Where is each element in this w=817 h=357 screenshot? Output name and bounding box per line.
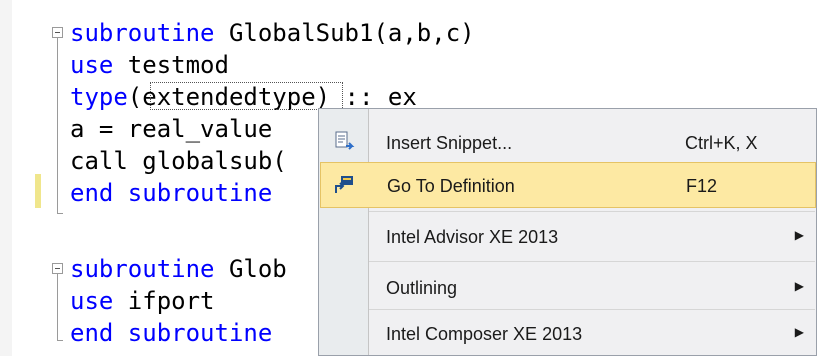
code-text: ifport <box>113 287 215 315</box>
menu-item-outlining[interactable]: Outlining ▶ <box>320 265 816 311</box>
menu-item-go-to-definition[interactable]: Go To Definition F12 <box>320 162 816 208</box>
code-line[interactable]: subroutine GlobalSub1(a,b,c) <box>70 18 475 48</box>
code-text: Glob <box>214 255 287 283</box>
code-text: GlobalSub1(a,b,c) <box>214 19 475 47</box>
menu-separator <box>369 309 815 310</box>
menu-item-label: Intel Composer XE 2013 <box>386 324 583 344</box>
code-keyword: end subroutine <box>70 179 273 207</box>
go-to-definition-icon <box>333 173 357 197</box>
code-keyword: end subroutine <box>70 319 273 347</box>
menu-item-intel-composer[interactable]: Intel Composer XE 2013 ▶ <box>320 311 816 357</box>
menu-item-label: Insert Snippet... <box>386 133 513 153</box>
collapse-icon[interactable] <box>52 263 63 274</box>
code-line[interactable]: use testmod <box>70 50 229 80</box>
fold-line <box>57 38 58 213</box>
fold-end <box>57 340 63 341</box>
code-keyword: subroutine <box>70 19 215 47</box>
code-line[interactable]: end subroutine <box>70 318 272 348</box>
submenu-arrow-icon: ▶ <box>794 228 804 242</box>
editor-gutter <box>0 0 12 356</box>
code-text: testmod <box>113 51 229 79</box>
menu-item-shortcut: Ctrl+K, X <box>685 133 758 153</box>
code-keyword: type <box>70 83 128 111</box>
menu-item-insert-snippet[interactable]: Insert Snippet... Ctrl+K, X <box>320 120 816 166</box>
change-marker <box>35 174 41 208</box>
code-line[interactable]: use ifport <box>70 286 215 316</box>
code-keyword: use <box>70 287 114 315</box>
submenu-arrow-icon: ▶ <box>794 325 804 339</box>
fold-end <box>57 213 63 214</box>
menu-item-label: Outlining <box>386 278 458 298</box>
context-menu: Insert Snippet... Ctrl+K, X Go To Defini… <box>318 108 817 356</box>
code-keyword: subroutine <box>70 255 215 283</box>
code-keyword: use <box>70 51 114 79</box>
fold-line <box>57 274 58 340</box>
code-text: call globalsub( <box>70 147 287 175</box>
code-line[interactable]: subroutine Glob <box>70 254 287 284</box>
menu-separator <box>369 211 815 212</box>
code-line[interactable]: end subroutine <box>70 178 272 208</box>
code-text: a = real_value <box>70 115 273 143</box>
menu-separator <box>369 261 815 262</box>
insert-snippet-icon <box>332 130 356 154</box>
menu-item-shortcut: F12 <box>686 176 718 196</box>
menu-item-label: Intel Advisor XE 2013 <box>386 227 559 247</box>
code-line[interactable]: call globalsub( <box>70 146 287 176</box>
menu-item-label: Go To Definition <box>387 176 515 196</box>
menu-item-intel-advisor[interactable]: Intel Advisor XE 2013 ▶ <box>320 214 816 260</box>
selected-identifier-box <box>150 82 343 110</box>
code-line[interactable]: a = real_value <box>70 114 272 144</box>
collapse-icon[interactable] <box>52 27 63 38</box>
submenu-arrow-icon: ▶ <box>794 279 804 293</box>
